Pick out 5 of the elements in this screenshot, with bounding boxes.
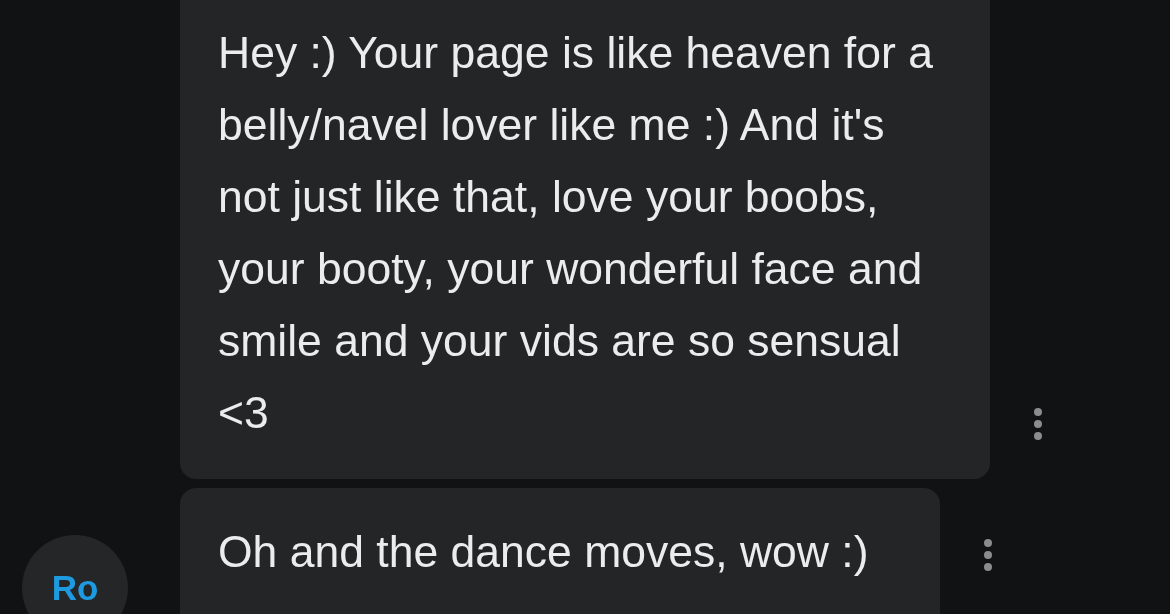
more-options-icon[interactable] xyxy=(983,538,993,572)
message-text: Oh and the dance moves, wow :) xyxy=(218,527,869,576)
more-options-icon[interactable] xyxy=(1033,407,1043,441)
message-text: Hey :) Your page is like heaven for a belly/navel lover like me :) And it's not just like that, love your boobs, your booty, your wonderful face and smile and your vids are so sensual <3 xyxy=(218,28,933,437)
user-avatar: Ro xyxy=(22,535,128,614)
